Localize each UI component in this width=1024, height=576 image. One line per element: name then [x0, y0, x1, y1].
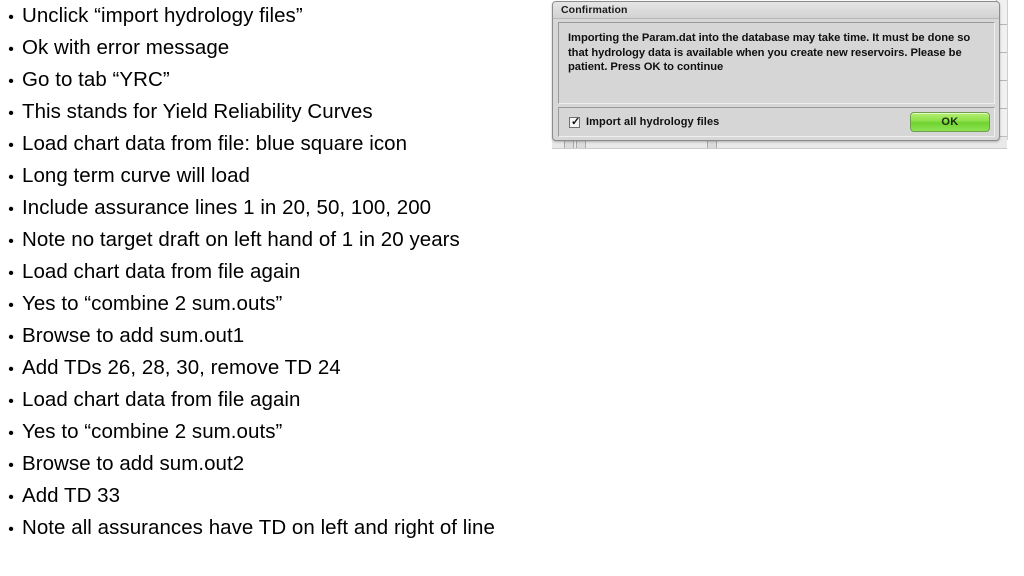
bullet-text: Ok with error message: [22, 36, 230, 59]
slide-bullet-list: • Unclick “import hydrology files” • Ok …: [0, 0, 600, 544]
bullet-text: Note no target draft on left hand of 1 i…: [22, 228, 460, 251]
import-all-hydrology-files-checkbox[interactable]: ✓ Import all hydrology files: [569, 116, 719, 128]
checkbox-box-icon[interactable]: ✓: [569, 115, 581, 128]
list-item: • Load chart data from file again: [0, 384, 600, 416]
checkmark-icon: ✓: [571, 115, 581, 128]
dialog-message-panel: Importing the Param.dat into the databas…: [558, 22, 995, 104]
bullet-text: Browse to add sum.out2: [22, 452, 245, 475]
bullet-text: Unclick “import hydrology files”: [22, 4, 303, 27]
list-item: • Add TDs 26, 28, 30, remove TD 24: [0, 352, 600, 384]
bullet-text: Include assurance lines 1 in 20, 50, 100…: [22, 196, 432, 219]
dialog-footer: ✓ Import all hydrology files OK: [558, 107, 995, 137]
bullet-text: Go to tab “YRC”: [22, 68, 170, 91]
list-item: • Browse to add sum.out2: [0, 448, 600, 480]
bullet-marker-icon: •: [8, 9, 14, 26]
bullet-marker-icon: •: [8, 361, 14, 378]
list-item: • Note all assurances have TD on left an…: [0, 512, 600, 544]
checkbox-label: Import all hydrology files: [586, 116, 720, 128]
list-item: • Yes to “combine 2 sum.outs”: [0, 288, 600, 320]
list-item: • Ok with error message: [0, 32, 600, 64]
list-item: • Add TD 33: [0, 480, 600, 512]
bullet-marker-icon: •: [8, 297, 14, 314]
bullet-text: Browse to add sum.out1: [22, 324, 245, 347]
bullet-text: Yes to “combine 2 sum.outs”: [22, 292, 283, 315]
bullet-text: Add TDs 26, 28, 30, remove TD 24: [22, 356, 341, 379]
ok-button[interactable]: OK: [910, 112, 990, 132]
list-item: • Note no target draft on left hand of 1…: [0, 224, 600, 256]
bullet-text: Add TD 33: [22, 484, 121, 507]
list-item: • Load chart data from file again: [0, 256, 600, 288]
bullet-marker-icon: •: [8, 521, 14, 538]
bullet-text: Long term curve will load: [22, 164, 250, 187]
dialog-title: Confirmation: [561, 4, 628, 16]
bullet-marker-icon: •: [8, 329, 14, 346]
bullet-marker-icon: •: [8, 137, 14, 154]
confirmation-dialog: Confirmation Importing the Param.dat int…: [552, 1, 1000, 141]
bullet-marker-icon: •: [8, 489, 14, 506]
bullet-text: Note all assurances have TD on left and …: [22, 516, 495, 539]
bullet-marker-icon: •: [8, 457, 14, 474]
list-item: • Unclick “import hydrology files”: [0, 0, 600, 32]
list-item: • Long term curve will load: [0, 160, 600, 192]
ok-button-label: OK: [941, 116, 959, 128]
bullet-text: Load chart data from file: blue square i…: [22, 132, 408, 155]
bullet-marker-icon: •: [8, 73, 14, 90]
list-item: • Yes to “combine 2 sum.outs”: [0, 416, 600, 448]
list-item: • Browse to add sum.out1: [0, 320, 600, 352]
list-item: • Go to tab “YRC”: [0, 64, 600, 96]
bullet-text: Load chart data from file again: [22, 388, 301, 411]
bullet-marker-icon: •: [8, 265, 14, 282]
list-item: • This stands for Yield Reliability Curv…: [0, 96, 600, 128]
bullet-marker-icon: •: [8, 393, 14, 410]
dialog-titlebar[interactable]: Confirmation: [553, 2, 999, 19]
list-item: • Load chart data from file: blue square…: [0, 128, 600, 160]
bullet-marker-icon: •: [8, 169, 14, 186]
bullet-marker-icon: •: [8, 41, 14, 58]
bullet-text: Yes to “combine 2 sum.outs”: [22, 420, 283, 443]
bullet-marker-icon: •: [8, 201, 14, 218]
bullet-text: Load chart data from file again: [22, 260, 301, 283]
bullet-marker-icon: •: [8, 105, 14, 122]
list-item: • Include assurance lines 1 in 20, 50, 1…: [0, 192, 600, 224]
bullet-marker-icon: •: [8, 233, 14, 250]
bullet-marker-icon: •: [8, 425, 14, 442]
bullet-text: This stands for Yield Reliability Curves: [22, 100, 373, 123]
dialog-message-text: Importing the Param.dat into the databas…: [568, 32, 971, 73]
